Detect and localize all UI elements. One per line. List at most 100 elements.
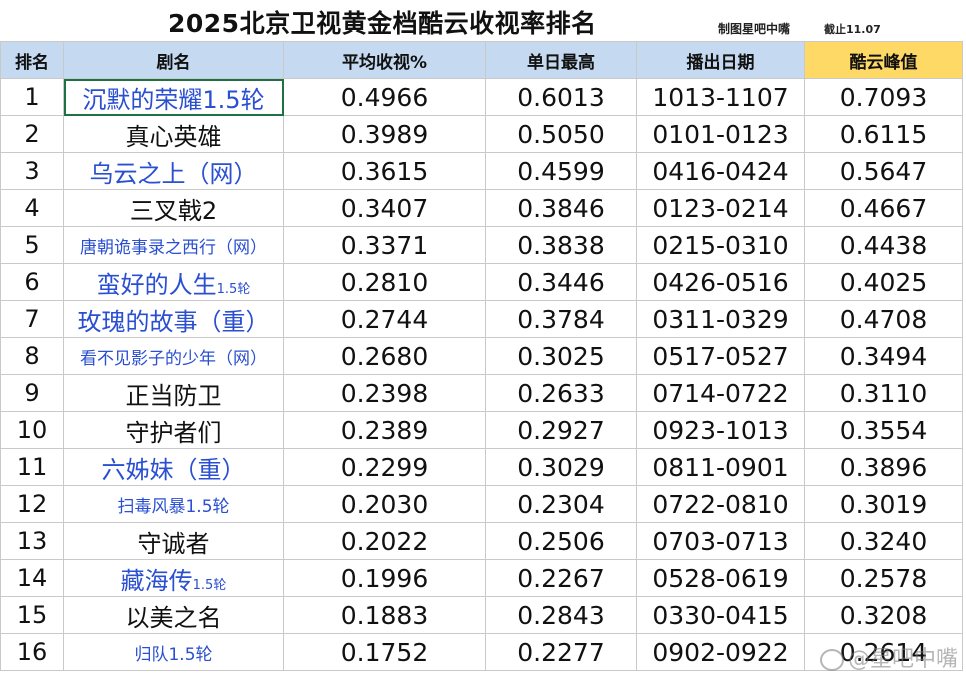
avg-cell[interactable]: 0.1996 bbox=[283, 559, 486, 597]
dates-cell[interactable]: 0722-0810 bbox=[636, 485, 805, 523]
rank-cell[interactable]: 8 bbox=[0, 337, 64, 375]
dates-cell[interactable]: 0123-0214 bbox=[636, 189, 805, 227]
peak-cell[interactable]: 0.7093 bbox=[804, 78, 963, 116]
name-cell[interactable]: 扫毒风暴1.5轮 bbox=[63, 485, 284, 523]
avg-cell[interactable]: 0.2022 bbox=[283, 522, 486, 560]
rank-cell[interactable]: 1 bbox=[0, 78, 64, 116]
peak-cell[interactable]: 0.5647 bbox=[804, 152, 963, 190]
avg-cell[interactable]: 0.4966 bbox=[283, 78, 486, 116]
dates-cell[interactable]: 0811-0901 bbox=[636, 448, 805, 486]
name-cell[interactable]: 三叉戟2 bbox=[63, 189, 284, 227]
max-cell[interactable]: 0.2506 bbox=[485, 522, 637, 560]
dates-cell[interactable]: 0330-0415 bbox=[636, 596, 805, 634]
max-cell[interactable]: 0.2277 bbox=[485, 633, 637, 671]
peak-cell[interactable]: 0.4667 bbox=[804, 189, 963, 227]
peak-cell[interactable]: 0.3494 bbox=[804, 337, 963, 375]
peak-cell[interactable]: 0.3554 bbox=[804, 411, 963, 449]
dates-cell[interactable]: 0902-0922 bbox=[636, 633, 805, 671]
max-cell[interactable]: 0.3446 bbox=[485, 263, 637, 301]
name-cell[interactable]: 六姊妹（重） bbox=[63, 448, 284, 486]
avg-cell[interactable]: 0.2389 bbox=[283, 411, 486, 449]
rank-cell[interactable]: 12 bbox=[0, 485, 64, 523]
name-cell[interactable]: 乌云之上（网） bbox=[63, 152, 284, 190]
max-cell[interactable]: 0.2304 bbox=[485, 485, 637, 523]
dates-cell[interactable]: 0215-0310 bbox=[636, 226, 805, 264]
avg-cell[interactable]: 0.2680 bbox=[283, 337, 486, 375]
dates-cell[interactable]: 0101-0123 bbox=[636, 115, 805, 153]
rank-cell[interactable]: 6 bbox=[0, 263, 64, 301]
avg-cell[interactable]: 0.2299 bbox=[283, 448, 486, 486]
max-cell[interactable]: 0.3784 bbox=[485, 300, 637, 338]
max-cell[interactable]: 0.3029 bbox=[485, 448, 637, 486]
peak-cell[interactable]: 0.4708 bbox=[804, 300, 963, 338]
rank-cell[interactable]: 14 bbox=[0, 559, 64, 597]
cutoff-text[interactable]: 截止11.07 bbox=[824, 21, 881, 37]
avg-cell[interactable]: 0.2030 bbox=[283, 485, 486, 523]
dates-cell[interactable]: 0426-0516 bbox=[636, 263, 805, 301]
dates-cell[interactable]: 0528-0619 bbox=[636, 559, 805, 597]
rank-cell[interactable]: 16 bbox=[0, 633, 64, 671]
rank-cell[interactable]: 3 bbox=[0, 152, 64, 190]
name-cell[interactable]: 真心英雄 bbox=[63, 115, 284, 153]
avg-cell[interactable]: 0.3989 bbox=[283, 115, 486, 153]
name-cell[interactable]: 正当防卫 bbox=[63, 374, 284, 412]
peak-cell[interactable]: 0.3240 bbox=[804, 522, 963, 560]
name-cell[interactable]: 归队1.5轮 bbox=[63, 633, 284, 671]
max-cell[interactable]: 0.5050 bbox=[485, 115, 637, 153]
max-cell[interactable]: 0.2927 bbox=[485, 411, 637, 449]
max-cell[interactable]: 0.3838 bbox=[485, 226, 637, 264]
dates-cell[interactable]: 0517-0527 bbox=[636, 337, 805, 375]
dates-cell[interactable]: 0311-0329 bbox=[636, 300, 805, 338]
name-cell[interactable]: 守诚者 bbox=[63, 522, 284, 560]
avg-cell[interactable]: 0.2744 bbox=[283, 300, 486, 338]
header-peak[interactable]: 酷云峰值 bbox=[804, 41, 963, 79]
dates-cell[interactable]: 0416-0424 bbox=[636, 152, 805, 190]
peak-cell[interactable]: 0.3896 bbox=[804, 448, 963, 486]
peak-cell[interactable]: 0.3208 bbox=[804, 596, 963, 634]
name-cell[interactable]: 看不见影子的少年（网） bbox=[63, 337, 284, 375]
peak-cell[interactable]: 0.2578 bbox=[804, 559, 963, 597]
name-cell[interactable]: 蛮好的人生1.5轮 bbox=[63, 263, 284, 301]
rank-cell[interactable]: 2 bbox=[0, 115, 64, 153]
rank-cell[interactable]: 10 bbox=[0, 411, 64, 449]
avg-cell[interactable]: 0.3615 bbox=[283, 152, 486, 190]
rank-cell[interactable]: 5 bbox=[0, 226, 64, 264]
max-cell[interactable]: 0.3025 bbox=[485, 337, 637, 375]
max-cell[interactable]: 0.6013 bbox=[485, 78, 637, 116]
header-name[interactable]: 剧名 bbox=[63, 41, 284, 79]
rank-cell[interactable]: 13 bbox=[0, 522, 64, 560]
rank-cell[interactable]: 4 bbox=[0, 189, 64, 227]
max-cell[interactable]: 0.2633 bbox=[485, 374, 637, 412]
avg-cell[interactable]: 0.1883 bbox=[283, 596, 486, 634]
rank-cell[interactable]: 7 bbox=[0, 300, 64, 338]
name-cell[interactable]: 玫瑰的故事（重） bbox=[63, 300, 284, 338]
name-cell[interactable]: 唐朝诡事录之西行（网） bbox=[63, 226, 284, 264]
max-cell[interactable]: 0.2843 bbox=[485, 596, 637, 634]
name-cell[interactable]: 守护者们 bbox=[63, 411, 284, 449]
avg-cell[interactable]: 0.2398 bbox=[283, 374, 486, 412]
name-cell[interactable]: 以美之名 bbox=[63, 596, 284, 634]
avg-cell[interactable]: 0.3371 bbox=[283, 226, 486, 264]
sheet-title[interactable]: 2025北京卫视黄金档酷云收视率排名 bbox=[168, 4, 597, 40]
dates-cell[interactable]: 1013-1107 bbox=[636, 78, 805, 116]
rank-cell[interactable]: 11 bbox=[0, 448, 64, 486]
dates-cell[interactable]: 0923-1013 bbox=[636, 411, 805, 449]
name-cell[interactable]: 藏海传1.5轮 bbox=[63, 559, 284, 597]
max-cell[interactable]: 0.2267 bbox=[485, 559, 637, 597]
header-rank[interactable]: 排名 bbox=[0, 41, 64, 79]
peak-cell[interactable]: 0.4025 bbox=[804, 263, 963, 301]
header-avg[interactable]: 平均收视% bbox=[283, 41, 486, 79]
max-cell[interactable]: 0.4599 bbox=[485, 152, 637, 190]
avg-cell[interactable]: 0.1752 bbox=[283, 633, 486, 671]
peak-cell[interactable]: 0.6115 bbox=[804, 115, 963, 153]
dates-cell[interactable]: 0703-0713 bbox=[636, 522, 805, 560]
dates-cell[interactable]: 0714-0722 bbox=[636, 374, 805, 412]
avg-cell[interactable]: 0.3407 bbox=[283, 189, 486, 227]
peak-cell[interactable]: 0.4438 bbox=[804, 226, 963, 264]
peak-cell[interactable]: 0.3019 bbox=[804, 485, 963, 523]
peak-cell[interactable]: 0.3110 bbox=[804, 374, 963, 412]
name-cell[interactable]: 沉默的荣耀1.5轮 bbox=[63, 78, 284, 116]
rank-cell[interactable]: 15 bbox=[0, 596, 64, 634]
header-max[interactable]: 单日最高 bbox=[485, 41, 637, 79]
max-cell[interactable]: 0.3846 bbox=[485, 189, 637, 227]
